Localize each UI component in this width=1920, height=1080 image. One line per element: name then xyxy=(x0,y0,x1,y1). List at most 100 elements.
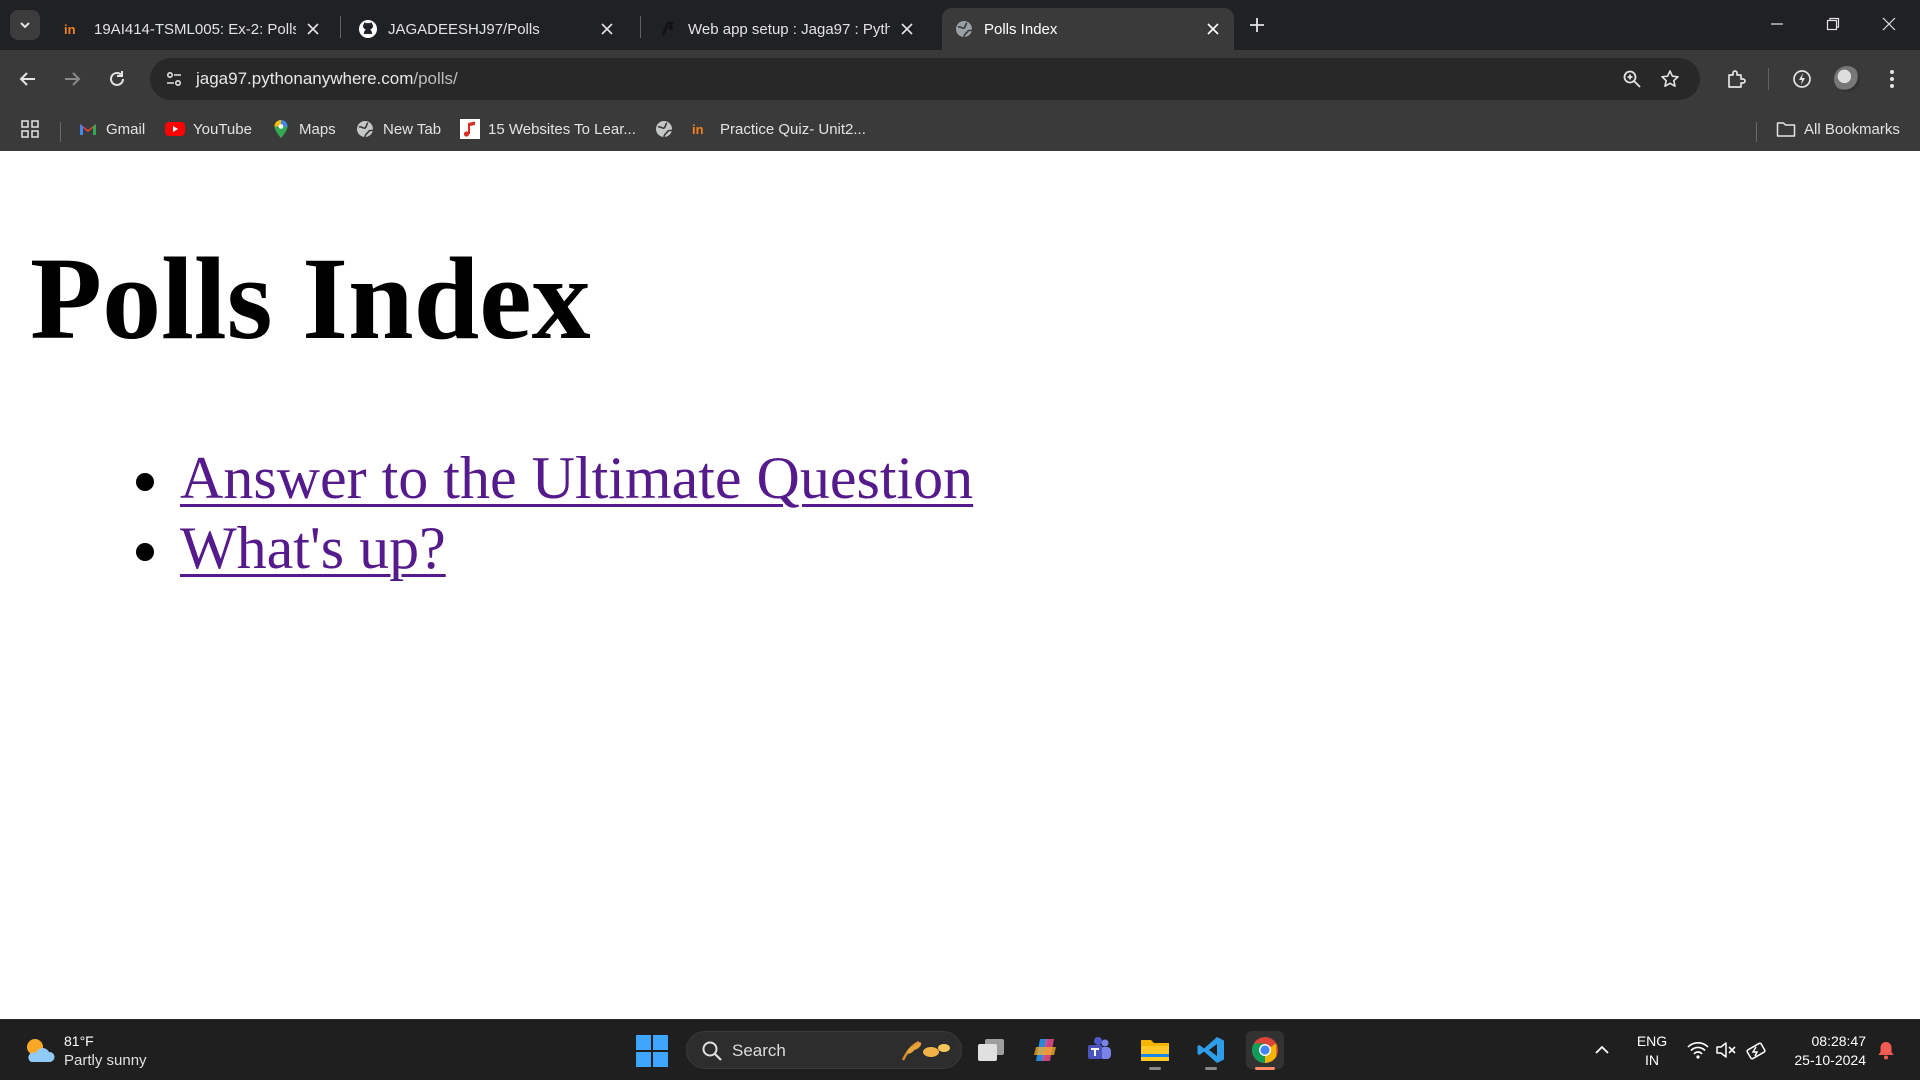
profile-avatar[interactable] xyxy=(1834,66,1860,92)
speedometer-icon xyxy=(1793,70,1811,88)
battery-charging-icon xyxy=(1746,1042,1766,1060)
volume-muted-icon xyxy=(1716,1042,1736,1058)
tab-search-button[interactable] xyxy=(10,10,40,40)
minimize-icon xyxy=(1771,23,1783,25)
apps-button[interactable] xyxy=(20,116,48,142)
taskbar-search[interactable]: Search xyxy=(686,1031,962,1069)
language-indicator[interactable]: ENG IN xyxy=(1634,1032,1670,1070)
bookmark-maps[interactable]: Maps xyxy=(271,116,336,142)
apps-grid-icon xyxy=(20,119,40,139)
maps-icon xyxy=(271,119,291,139)
windows-logo-icon xyxy=(636,1035,651,1050)
arrow-left-icon xyxy=(19,72,35,86)
url-text: jaga97.pythonanywhere.com/polls/ xyxy=(196,69,458,89)
search-highlight-icon xyxy=(901,1040,950,1061)
poll-link[interactable]: What's up? xyxy=(180,515,446,581)
svg-text:in: in xyxy=(64,22,76,36)
language-code: ENG xyxy=(1636,1033,1668,1049)
reload-icon xyxy=(110,71,124,86)
address-bar[interactable]: jaga97.pythonanywhere.com/polls/ xyxy=(150,58,1700,100)
all-bookmarks-label: All Bookmarks xyxy=(1804,120,1900,138)
wifi-status[interactable] xyxy=(1686,1038,1710,1062)
in-icon: in xyxy=(692,119,712,139)
minimize-button[interactable] xyxy=(1754,8,1800,40)
bookmarks-divider xyxy=(1756,122,1757,142)
bookmark-youtube[interactable]: YouTube xyxy=(165,116,252,142)
system-clock[interactable]: 08:28:47 25-10-2024 xyxy=(1780,1032,1866,1070)
tab-polls-index[interactable]: Polls Index xyxy=(942,8,1234,50)
tab-course[interactable]: in 19AI414-TSML005: Ex-2: Polls using xyxy=(52,8,334,50)
running-indicator xyxy=(1205,1067,1217,1070)
file-explorer-button[interactable] xyxy=(1136,1031,1174,1070)
github-icon xyxy=(358,19,378,39)
tab-strip: in 19AI414-TSML005: Ex-2: Polls using JA… xyxy=(0,0,1920,50)
menu-button[interactable] xyxy=(1876,63,1908,95)
bookmark-label: New Tab xyxy=(383,120,442,138)
forward-button[interactable] xyxy=(56,63,88,95)
more-vertical-icon xyxy=(1890,70,1894,88)
copilot-button[interactable] xyxy=(1026,1031,1064,1069)
performance-button[interactable] xyxy=(1786,63,1818,95)
volume-status[interactable] xyxy=(1714,1038,1738,1062)
reload-button[interactable] xyxy=(101,63,133,95)
url-path: /polls/ xyxy=(413,69,458,88)
bookmark-label: Gmail xyxy=(106,120,146,138)
tab-title: Polls Index xyxy=(984,20,1058,38)
all-bookmarks-button[interactable]: All Bookmarks xyxy=(1776,116,1900,142)
close-icon[interactable] xyxy=(598,20,616,38)
search-label: Search xyxy=(732,1041,786,1060)
tab-pythonanywhere[interactable]: Web app setup : Jaga97 : PythonAnywhere xyxy=(646,8,928,50)
task-view-button[interactable] xyxy=(972,1031,1010,1069)
tab-title: JAGADEESHJ97/Polls xyxy=(388,20,540,38)
notifications-button[interactable] xyxy=(1874,1038,1898,1062)
bookmark-15-websites[interactable]: 15 Websites To Lear... xyxy=(460,116,636,142)
restore-button[interactable] xyxy=(1810,8,1856,40)
bookmarks-bar: Gmail YouTube Maps New Tab 15 Websites T… xyxy=(0,108,1920,151)
battery-status[interactable] xyxy=(1744,1038,1768,1062)
globe-icon xyxy=(355,119,375,139)
bookmark-gmail[interactable]: Gmail xyxy=(78,116,145,142)
plus-icon xyxy=(1250,18,1264,32)
bookmark-label: Maps xyxy=(299,120,336,138)
start-button[interactable] xyxy=(636,1035,668,1067)
list-item: Answer to the Ultimate Question xyxy=(135,443,973,513)
chevron-down-icon xyxy=(20,22,30,29)
site-info-icon[interactable] xyxy=(162,67,186,91)
search-icon xyxy=(702,1041,722,1061)
pythonanywhere-icon xyxy=(658,19,678,39)
toolbar-divider xyxy=(1768,68,1769,90)
folder-icon xyxy=(1776,119,1796,139)
new-tab-button[interactable] xyxy=(1244,12,1270,38)
bookmark-label: YouTube xyxy=(193,120,252,138)
svg-text:in: in xyxy=(692,122,704,136)
vscode-button[interactable] xyxy=(1192,1031,1230,1070)
star-icon[interactable] xyxy=(1658,67,1682,91)
bookmark-practice-quiz[interactable]: in Practice Quiz- Unit2... xyxy=(692,116,866,142)
running-indicator xyxy=(1149,1067,1161,1070)
zoom-icon[interactable] xyxy=(1620,67,1644,91)
weather-temperature: 81°F xyxy=(64,1033,94,1049)
restore-icon xyxy=(1826,17,1840,31)
windows-taskbar: 81°F Partly sunny Search ENG IN 08:28:47… xyxy=(0,1019,1920,1080)
extensions-button[interactable] xyxy=(1720,63,1752,95)
bookmark-new-tab[interactable]: New Tab xyxy=(355,116,441,142)
close-icon[interactable] xyxy=(304,20,322,38)
globe-icon xyxy=(954,19,974,39)
polls-list: Answer to the Ultimate Question What's u… xyxy=(135,443,973,583)
chrome-button[interactable] xyxy=(1246,1031,1284,1070)
weather-description: Partly sunny xyxy=(64,1052,147,1069)
close-window-button[interactable] xyxy=(1866,8,1912,40)
close-icon[interactable] xyxy=(898,20,916,38)
bookmark-label: Practice Quiz- Unit2... xyxy=(720,120,866,138)
arrow-right-icon xyxy=(65,72,81,86)
poll-link[interactable]: Answer to the Ultimate Question xyxy=(180,445,973,511)
url-host: jaga97.pythonanywhere.com xyxy=(196,69,414,88)
back-button[interactable] xyxy=(12,63,44,95)
show-hidden-icons-button[interactable] xyxy=(1590,1038,1614,1062)
running-indicator xyxy=(1255,1067,1275,1070)
teams-button[interactable] xyxy=(1080,1031,1118,1069)
close-icon[interactable] xyxy=(1204,20,1222,38)
bookmark-unnamed[interactable] xyxy=(654,116,682,142)
tab-github[interactable]: JAGADEESHJ97/Polls xyxy=(346,8,628,50)
teams-icon xyxy=(1088,1037,1111,1059)
